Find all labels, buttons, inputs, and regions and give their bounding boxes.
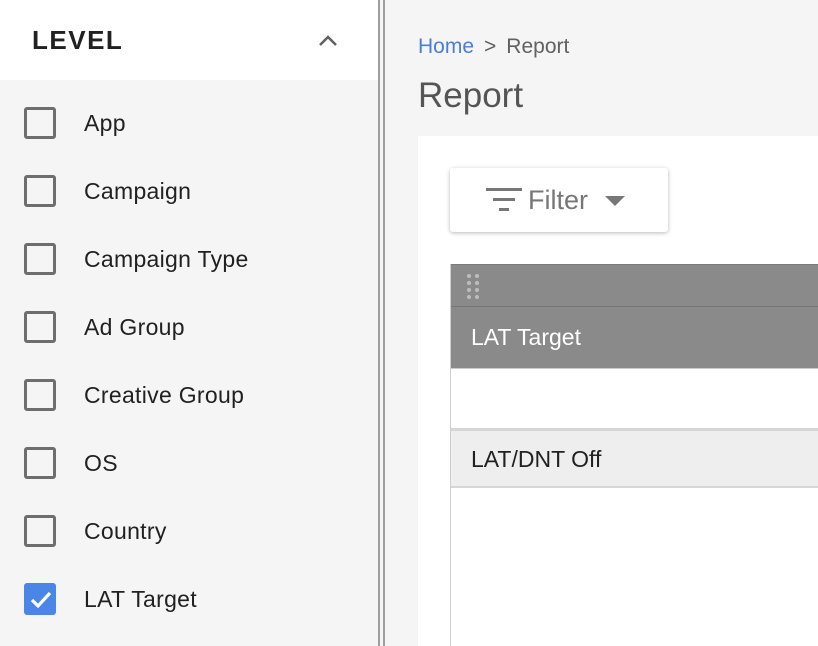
checkbox-checked[interactable]: [24, 583, 56, 615]
checkbox[interactable]: [24, 379, 56, 411]
caret-down-icon: [605, 196, 625, 206]
level-option-label: Ad Group: [84, 314, 185, 340]
checkbox[interactable]: [24, 447, 56, 479]
column-drag-bar: [451, 264, 818, 306]
level-option-country[interactable]: Country: [0, 500, 378, 568]
breadcrumb-current: Report: [506, 35, 570, 58]
level-option-label: App: [84, 110, 126, 136]
level-option-ad-group[interactable]: Ad Group: [0, 296, 378, 364]
checkbox[interactable]: [24, 515, 56, 547]
level-option-campaign[interactable]: Campaign: [0, 160, 378, 228]
level-option-label: Campaign Type: [84, 246, 249, 272]
page-title: Report: [418, 76, 524, 115]
level-title: LEVEL: [32, 25, 124, 55]
level-option-os[interactable]: OS: [0, 432, 378, 500]
filter-button[interactable]: Filter: [450, 168, 668, 232]
column-header-label: LAT Target: [471, 324, 581, 350]
filter-icon: [486, 188, 522, 211]
checkbox[interactable]: [24, 311, 56, 343]
level-option-label: Creative Group: [84, 382, 245, 408]
checkmark-icon: [30, 591, 52, 609]
breadcrumb-separator: >: [484, 35, 497, 58]
level-option-lat-target[interactable]: LAT Target: [0, 568, 378, 636]
table-row[interactable]: LAT/DNT Off: [451, 428, 818, 488]
filter-label: Filter: [528, 185, 588, 215]
level-option-campaign-type[interactable]: Campaign Type: [0, 228, 378, 296]
report-card: Filter LAT Target LAT/DNT Off: [418, 136, 818, 646]
panel-resize-divider[interactable]: [378, 0, 385, 646]
table-empty-row: [451, 368, 818, 428]
checkbox[interactable]: [24, 175, 56, 207]
level-option-label: OS: [84, 450, 118, 476]
report-table: LAT Target LAT/DNT Off: [450, 264, 818, 646]
level-option-label: Campaign: [84, 178, 192, 204]
column-header-lat-target[interactable]: LAT Target: [451, 306, 818, 368]
level-option-label: Country: [84, 518, 167, 544]
checkbox[interactable]: [24, 107, 56, 139]
chevron-up-icon[interactable]: [314, 28, 342, 52]
level-option-label: LAT Target: [84, 586, 197, 612]
breadcrumb-home-link[interactable]: Home: [418, 35, 474, 58]
level-option-app[interactable]: App: [0, 92, 378, 160]
table-cell: LAT/DNT Off: [471, 446, 602, 472]
main-content: Home > Report Report Filter LAT Target L…: [385, 0, 818, 646]
level-panel-header[interactable]: LEVEL: [0, 0, 378, 80]
drag-handle-icon[interactable]: [465, 273, 481, 301]
level-option-creative-group[interactable]: Creative Group: [0, 364, 378, 432]
breadcrumb: Home > Report: [418, 34, 569, 60]
checkbox[interactable]: [24, 243, 56, 275]
level-panel: LEVEL App Campaign Campaign Type Ad Grou…: [0, 0, 378, 646]
